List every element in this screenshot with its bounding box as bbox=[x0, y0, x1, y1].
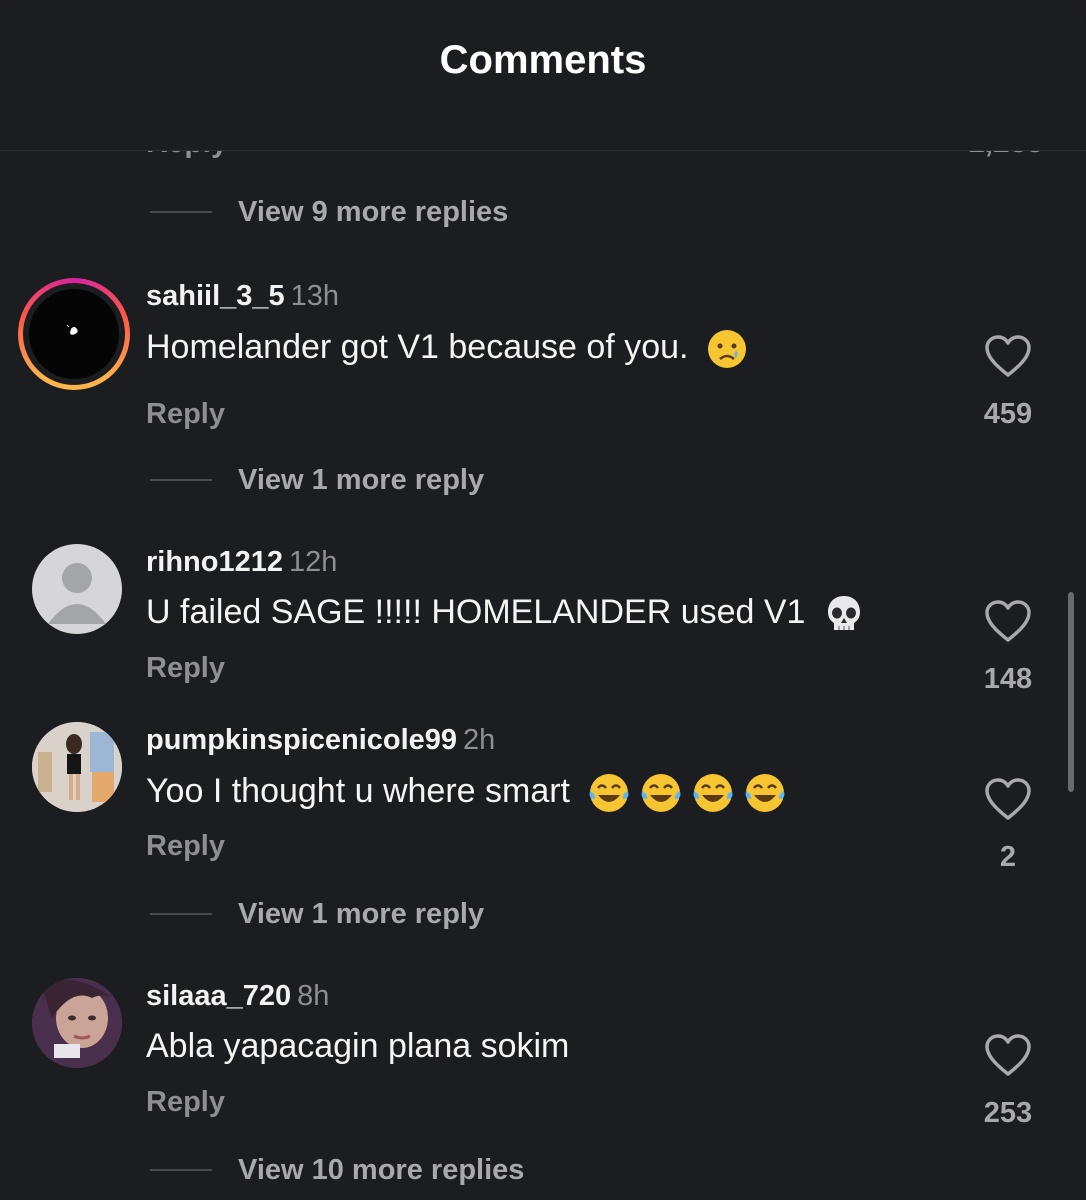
avatar-photo bbox=[32, 722, 122, 812]
crying-face-emoji bbox=[707, 330, 746, 369]
heart-icon[interactable] bbox=[984, 777, 1032, 821]
view-more-label: View 9 more replies bbox=[238, 195, 509, 228]
avatar[interactable] bbox=[32, 978, 122, 1068]
reply-thread-line bbox=[150, 913, 212, 915]
comment-time: 12h bbox=[289, 546, 338, 578]
reply-button[interactable]: Reply bbox=[146, 830, 225, 863]
page-title: Comments bbox=[439, 38, 647, 82]
avatar[interactable] bbox=[32, 544, 122, 634]
heart-icon[interactable] bbox=[984, 334, 1032, 378]
like-count: 459 bbox=[983, 398, 1033, 430]
like-count: 253 bbox=[983, 1097, 1033, 1129]
comment-time: 13h bbox=[290, 280, 340, 312]
reply-button[interactable]: Reply bbox=[146, 398, 225, 431]
comments-header: Comments bbox=[0, 0, 1086, 151]
tears-of-joy-emoji bbox=[694, 774, 733, 812]
avatar-image bbox=[66, 324, 78, 335]
scrollbar[interactable] bbox=[1068, 592, 1074, 792]
view-more-label: View 10 more replies bbox=[238, 1153, 525, 1186]
comment-time: 8h bbox=[297, 980, 330, 1012]
view-more-label: View 1 more reply bbox=[238, 897, 485, 930]
like-count: 2 bbox=[999, 841, 1017, 873]
view-more-replies-button[interactable]: View 1 more reply bbox=[150, 460, 484, 500]
comment-time: 2h bbox=[463, 724, 496, 756]
reply-thread-line bbox=[150, 479, 212, 481]
avatar-photo bbox=[32, 978, 122, 1068]
view-more-label: View 1 more reply bbox=[238, 463, 485, 496]
avatar bbox=[29, 289, 119, 379]
skull-emoji bbox=[827, 596, 860, 631]
avatar-story-ring[interactable] bbox=[18, 278, 130, 390]
comment-text: U failed SAGE !!!!! HOMELANDER used V1 bbox=[146, 593, 865, 635]
tears-of-joy-emoji bbox=[590, 774, 629, 812]
view-more-replies-button[interactable]: View 10 more replies bbox=[150, 1150, 524, 1190]
comment-username[interactable]: sahiil_3_5 13h bbox=[146, 280, 339, 313]
like-count: 148 bbox=[983, 663, 1033, 695]
comments-sheet: Comments Reply 1,233 View 9 more replies… bbox=[0, 0, 1086, 1200]
comment-text: Homelander got V1 because of you. bbox=[146, 328, 748, 370]
view-more-replies-button[interactable]: View 1 more reply bbox=[150, 894, 484, 934]
tears-of-joy-emoji bbox=[746, 774, 785, 812]
comment-username[interactable]: rihno1212 12h bbox=[146, 546, 337, 579]
reply-button[interactable]: Reply bbox=[146, 652, 225, 685]
reply-button[interactable]: Reply bbox=[146, 1086, 225, 1119]
comment-username[interactable]: pumpkinspicenicole99 2h bbox=[146, 724, 495, 757]
view-more-replies-button[interactable]: View 9 more replies bbox=[150, 192, 508, 232]
avatar[interactable] bbox=[32, 722, 122, 812]
comment-text: Yoo I thought u where smart bbox=[146, 771, 787, 815]
reply-thread-line bbox=[150, 1169, 212, 1171]
default-avatar-icon bbox=[48, 563, 106, 624]
heart-icon[interactable] bbox=[984, 1033, 1032, 1077]
comment-username[interactable]: silaaa_720 8h bbox=[146, 980, 329, 1013]
heart-icon[interactable] bbox=[984, 599, 1032, 643]
reply-thread-line bbox=[150, 211, 212, 213]
comment-text: Abla yapacagin plana sokim bbox=[146, 1027, 570, 1065]
tears-of-joy-emoji-group bbox=[579, 772, 787, 812]
tears-of-joy-emoji bbox=[642, 774, 681, 812]
